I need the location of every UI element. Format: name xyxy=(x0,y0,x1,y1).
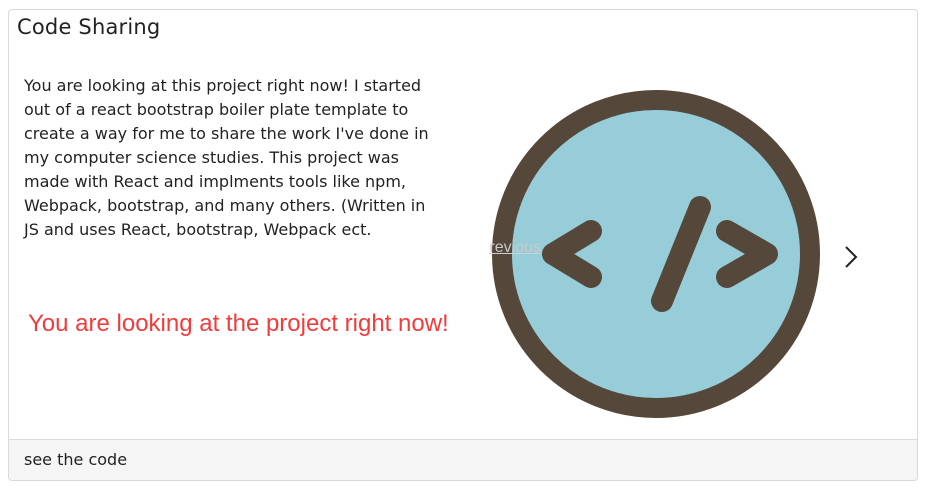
image-carousel: Previous xyxy=(481,88,861,428)
project-description: You are looking at this project right no… xyxy=(24,76,429,239)
carousel-next-button[interactable] xyxy=(841,242,861,272)
carousel-previous-button[interactable]: Previous xyxy=(489,239,541,257)
project-card: Code Sharing You are looking at this pro… xyxy=(8,9,918,481)
highlight-text: You are looking at the project right now… xyxy=(28,310,449,337)
card-footer: see the code xyxy=(9,439,917,480)
card-title: Code Sharing xyxy=(17,15,161,39)
see-code-link[interactable]: see the code xyxy=(24,450,127,469)
chevron-right-icon xyxy=(845,246,858,268)
